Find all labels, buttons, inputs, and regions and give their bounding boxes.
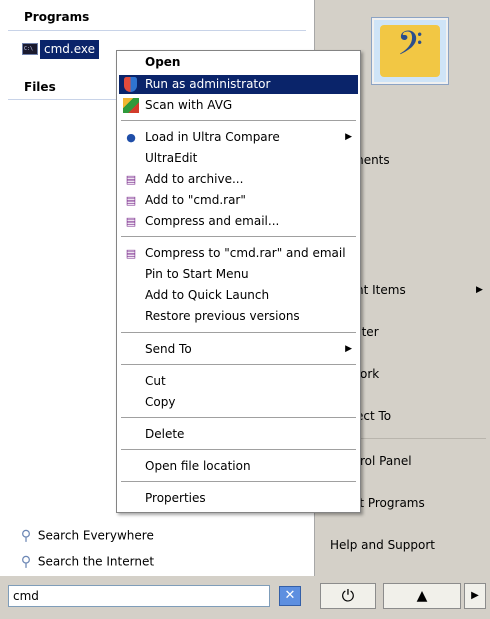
context-menu: Open Run as administrator Scan with AVG … <box>116 50 361 513</box>
menu-item-add-to-cmd-rar[interactable]: ▤ Add to "cmd.rar" <box>119 191 358 210</box>
menu-item-label: Add to Quick Launch <box>145 288 270 302</box>
files-heading: Files <box>24 80 56 94</box>
clear-search-button[interactable]: ✕ <box>279 586 301 606</box>
power-icon: ⏻ <box>341 586 355 605</box>
menu-separator <box>121 417 356 418</box>
programs-heading: Programs <box>24 10 90 24</box>
menu-item-scan-with-avg[interactable]: Scan with AVG <box>119 96 358 115</box>
winrar-icon: ▤ <box>125 215 137 228</box>
magnifier-icon: ⚲ <box>20 527 32 544</box>
command-prompt-icon: C:\ <box>22 43 38 55</box>
menu-item-label: Properties <box>145 491 206 505</box>
menu-item-open-file-location[interactable]: Open file location <box>119 457 358 476</box>
menu-item-properties[interactable]: Properties <box>119 489 358 508</box>
menu-item-label: Compress to "cmd.rar" and email <box>145 246 346 260</box>
menu-item-restore-previous-versions[interactable]: Restore previous versions <box>119 307 358 326</box>
menu-item-copy[interactable]: Copy <box>119 393 358 412</box>
power-button[interactable]: ⏻ <box>320 583 376 609</box>
program-result-label[interactable]: cmd.exe <box>40 40 100 59</box>
bass-clef-icon: 𝄢 <box>397 25 423 71</box>
menu-separator <box>121 364 356 365</box>
menu-separator <box>121 120 356 121</box>
ultracompare-icon: ● <box>126 131 136 144</box>
submenu-arrow-icon: ▶ <box>345 132 352 142</box>
search-everywhere-link[interactable]: ⚲ Search Everywhere <box>18 526 154 544</box>
menu-item-label: Delete <box>145 427 185 441</box>
right-item-default-programs[interactable]: lt Programs <box>356 494 425 512</box>
menu-item-open[interactable]: Open <box>119 53 358 72</box>
search-everywhere-label: Search Everywhere <box>37 528 154 543</box>
shutdown-options-button[interactable]: ▶ <box>464 583 486 609</box>
menu-item-label: Scan with AVG <box>145 98 233 112</box>
right-item-recent-items[interactable]: nt Items <box>356 281 406 299</box>
lock-button[interactable]: ▲ <box>383 583 461 609</box>
menu-item-run-as-administrator[interactable]: Run as administrator <box>119 75 358 94</box>
user-picture[interactable]: 𝄢 <box>372 18 448 84</box>
menu-separator <box>121 332 356 333</box>
menu-item-label: Run as administrator <box>145 77 271 91</box>
menu-item-pin-to-start-menu[interactable]: Pin to Start Menu <box>119 265 358 284</box>
close-icon: ✕ <box>284 588 296 603</box>
menu-item-cut[interactable]: Cut <box>119 372 358 391</box>
avg-icon <box>123 98 139 113</box>
menu-item-compress-and-email[interactable]: ▤ Compress and email... <box>119 212 358 231</box>
menu-item-label: Open <box>145 55 181 69</box>
magnifier-icon: ⚲ <box>20 553 32 570</box>
search-internet-link[interactable]: ⚲ Search the Internet <box>18 552 154 570</box>
winrar-icon: ▤ <box>125 173 137 186</box>
menu-item-label: Cut <box>145 374 166 388</box>
menu-item-label: Copy <box>145 395 176 409</box>
submenu-arrow-icon: ▶ <box>345 344 352 354</box>
menu-item-label: Restore previous versions <box>145 309 300 323</box>
menu-item-add-to-quick-launch[interactable]: Add to Quick Launch <box>119 286 358 305</box>
recent-items-arrow-icon: ▶ <box>476 285 483 295</box>
menu-item-send-to[interactable]: Send To ▶ <box>119 340 358 359</box>
chevron-right-icon: ▶ <box>471 590 479 601</box>
right-item-connect-to[interactable]: ect To <box>356 407 391 425</box>
menu-item-add-to-archive[interactable]: ▤ Add to archive... <box>119 170 358 189</box>
right-item-help-support[interactable]: Help and Support <box>330 536 435 554</box>
programs-divider <box>8 30 306 31</box>
right-item-network[interactable]: ork <box>360 365 379 383</box>
winrar-icon: ▤ <box>125 194 137 207</box>
menu-item-label: Send To <box>145 342 192 356</box>
menu-item-label: Open file location <box>145 459 251 473</box>
menu-item-load-in-ultra-compare[interactable]: ● Load in Ultra Compare ▶ <box>119 128 358 147</box>
menu-item-delete[interactable]: Delete <box>119 425 358 444</box>
menu-item-label: Load in Ultra Compare <box>145 130 280 144</box>
menu-separator <box>121 481 356 482</box>
menu-item-label: Add to archive... <box>145 172 244 186</box>
menu-separator <box>121 449 356 450</box>
right-item-control-panel[interactable]: rol Panel <box>360 452 412 470</box>
menu-item-label: Compress and email... <box>145 214 280 228</box>
menu-item-label: Add to "cmd.rar" <box>145 193 246 207</box>
search-internet-label: Search the Internet <box>37 554 155 569</box>
uac-shield-icon <box>124 77 137 92</box>
menu-item-ultraedit[interactable]: UltraEdit <box>119 149 358 168</box>
start-search-input[interactable] <box>8 585 270 607</box>
winrar-icon: ▤ <box>125 247 137 260</box>
menu-item-label: Pin to Start Menu <box>145 267 249 281</box>
menu-item-label: UltraEdit <box>145 151 198 165</box>
menu-separator <box>121 236 356 237</box>
lock-icon: ▲ <box>416 588 428 604</box>
menu-item-compress-to-cmd-rar-and-email[interactable]: ▤ Compress to "cmd.rar" and email <box>119 244 358 263</box>
